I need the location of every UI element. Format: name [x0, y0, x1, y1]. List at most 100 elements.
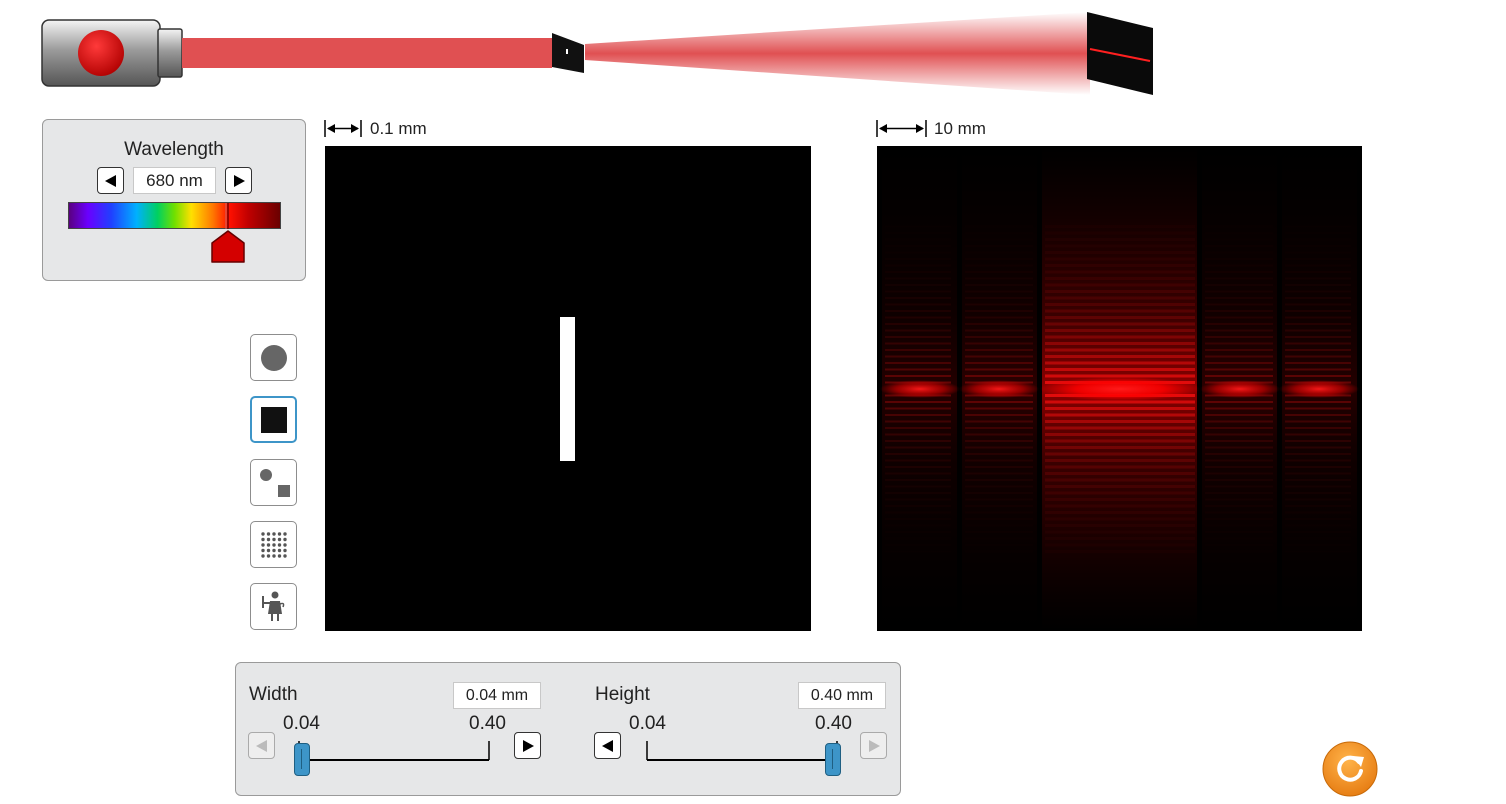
fringe-stripe	[1205, 297, 1273, 299]
reset-button[interactable]	[1321, 740, 1379, 798]
fringe-stripe	[1205, 512, 1273, 514]
height-slider-track[interactable]	[646, 740, 841, 762]
width-slider-thumb[interactable]	[294, 743, 310, 776]
shape-button-circle[interactable]	[250, 334, 297, 381]
slit-aperture	[560, 317, 575, 461]
width-slider-track[interactable]	[298, 740, 493, 762]
fringe-stripe	[885, 368, 951, 371]
fringe-stripe	[1205, 505, 1273, 507]
fringe-stripe	[965, 278, 1033, 280]
fringe-stripe	[1285, 362, 1351, 364]
fringe-stripe	[965, 329, 1033, 332]
fringe-stripe	[1285, 407, 1351, 410]
fringe-stripe	[965, 525, 1033, 527]
fringe-stripe	[1205, 525, 1273, 527]
square-icon	[260, 406, 287, 433]
fringe-stripe	[1045, 257, 1195, 261]
fringe-stripe	[1205, 349, 1273, 351]
fringe-stripe	[1285, 531, 1351, 533]
fringe-stripe	[1045, 283, 1195, 287]
slit-scale-arrow	[324, 120, 362, 137]
fringe-stripe	[1285, 329, 1351, 332]
fringe-stripe	[885, 518, 951, 520]
shape-button-rectangle[interactable]	[250, 396, 297, 443]
fringe-stripe	[1205, 245, 1273, 247]
fringe-stripe	[1045, 277, 1195, 280]
fringe-stripe	[885, 427, 951, 429]
fringe-stripe	[965, 375, 1033, 377]
fringe-stripe	[1205, 375, 1273, 377]
fringe-stripe	[1045, 296, 1195, 300]
fringe-stripe	[1285, 355, 1351, 358]
fringe-stripe	[1205, 453, 1273, 455]
fringe-stripe	[1285, 290, 1351, 293]
fringe-stripe	[1205, 492, 1273, 494]
fringe-stripe	[1205, 485, 1273, 488]
fringe-stripe	[1205, 472, 1273, 475]
fringe-stripe	[885, 239, 951, 241]
fringe-stripe	[1285, 414, 1351, 416]
laser-body	[41, 19, 183, 87]
fringe-stripe	[885, 551, 951, 553]
fringe-stripe	[965, 518, 1033, 520]
fringe-stripe	[1045, 355, 1195, 358]
wavelength-spectrum-track[interactable]	[68, 202, 281, 229]
fringe-stripe	[1285, 472, 1351, 475]
height-increase-button[interactable]	[860, 732, 887, 759]
fringe-stripe	[1045, 439, 1195, 443]
fringe-stripe	[1045, 225, 1195, 228]
fringe-stripe	[885, 278, 951, 280]
fringe-stripe	[1285, 265, 1351, 267]
fringe-stripe	[1045, 368, 1195, 371]
fringe-stripe	[965, 323, 1033, 325]
fringe-stripe	[965, 531, 1033, 533]
shape-button-person[interactable]	[250, 583, 297, 630]
fringe-stripe	[885, 440, 951, 442]
shape-button-circle-square[interactable]	[250, 459, 297, 506]
fringe-stripe	[885, 355, 951, 358]
fringe-stripe	[1285, 479, 1351, 481]
fringe-stripe	[1205, 290, 1273, 293]
fringe-stripe	[885, 323, 951, 325]
width-increase-button[interactable]	[514, 732, 541, 759]
wavelength-value: 680 nm	[133, 167, 216, 194]
fringe-stripe	[965, 258, 1033, 260]
width-value: 0.04 mm	[453, 682, 541, 709]
fringe-stripe	[1045, 316, 1195, 319]
fringe-stripe	[885, 310, 951, 312]
fringe-stripe	[1205, 329, 1273, 332]
shape-button-dot-grid[interactable]	[250, 521, 297, 568]
height-slider-thumb[interactable]	[825, 743, 841, 776]
width-decrease-button[interactable]	[248, 732, 275, 759]
fringe-stripe	[1285, 505, 1351, 507]
fringe-stripe	[965, 472, 1033, 475]
fringe-stripe	[1205, 342, 1273, 345]
fringe-stripe	[1205, 368, 1273, 371]
slit-view	[325, 146, 811, 631]
height-decrease-button[interactable]	[594, 732, 621, 759]
fringe-stripe	[1205, 265, 1273, 267]
fringe-stripe	[1285, 252, 1351, 254]
fringe-stripe	[965, 466, 1033, 468]
fringe-stripe	[1285, 433, 1351, 436]
fringe-stripe	[965, 433, 1033, 436]
fringe-stripe	[885, 258, 951, 260]
wavelength-decrease-button[interactable]	[97, 167, 124, 194]
fringe-stripe	[885, 329, 951, 332]
fringe-stripe	[885, 232, 951, 234]
fringe-stripe	[1205, 459, 1273, 462]
fringe-stripe	[965, 303, 1033, 306]
fringe-stripe	[965, 290, 1033, 293]
fringe-stripe	[1205, 271, 1273, 273]
fringe-stripe	[885, 336, 951, 338]
fringe-stripe	[1205, 446, 1273, 449]
fringe-stripe	[1045, 290, 1195, 293]
diffraction-maximum	[880, 380, 960, 398]
fringe-stripe	[1045, 478, 1195, 482]
wavelength-increase-button[interactable]	[225, 167, 252, 194]
fringe-stripe	[1285, 375, 1351, 377]
wavelength-slider-thumb[interactable]	[209, 202, 247, 264]
fringe-stripe	[1205, 355, 1273, 358]
fringe-stripe	[1205, 323, 1273, 325]
fringe-stripe	[1285, 278, 1351, 280]
